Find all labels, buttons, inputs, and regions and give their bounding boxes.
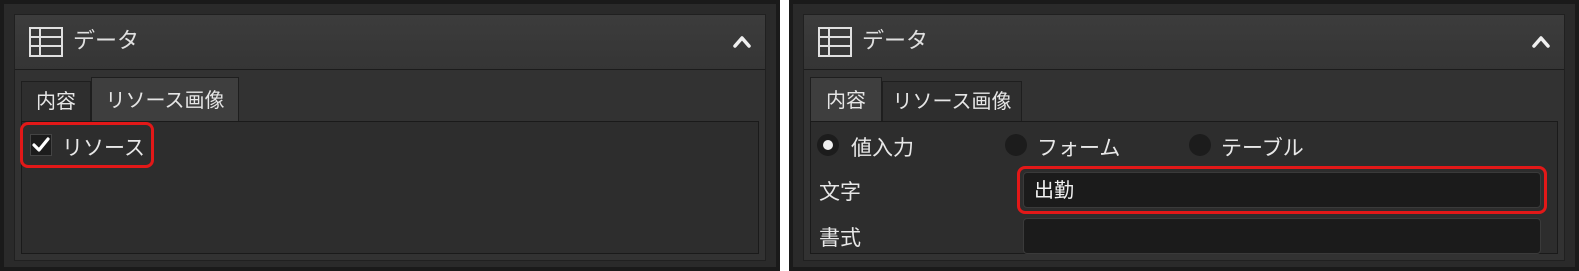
panel-body: データ 内容 リソース画像 リソース bbox=[14, 14, 766, 261]
tab-bar: 内容 リソース画像 bbox=[810, 77, 1558, 121]
chevron-up-icon[interactable] bbox=[731, 31, 753, 53]
table-grid-icon bbox=[29, 27, 63, 57]
resource-checkbox-label[interactable]: リソース bbox=[62, 132, 145, 162]
text-field[interactable]: 出勤 bbox=[1023, 172, 1541, 208]
data-panel-left: データ 内容 リソース画像 リソース bbox=[0, 0, 780, 271]
radio-table-label[interactable]: テーブル bbox=[1221, 132, 1304, 162]
radio-form[interactable] bbox=[1005, 134, 1027, 156]
radio-value-input-label[interactable]: 値入力 bbox=[851, 132, 914, 162]
tab-bar: 内容 リソース画像 bbox=[21, 77, 759, 121]
radio-value-input[interactable] bbox=[817, 134, 839, 156]
table-grid-icon bbox=[818, 27, 852, 57]
format-field-label: 書式 bbox=[819, 226, 861, 250]
panel-title: データ bbox=[73, 29, 140, 54]
panel-header[interactable]: データ bbox=[804, 15, 1564, 70]
check-icon bbox=[32, 137, 50, 152]
tab-content[interactable]: 内容 bbox=[810, 77, 882, 121]
chevron-up-icon[interactable] bbox=[1530, 31, 1552, 53]
radio-form-label[interactable]: フォーム bbox=[1037, 132, 1120, 162]
panel-body: データ 内容 リソース画像 値入力 フォーム テーブル 文字 出勤 書式 bbox=[803, 14, 1565, 261]
tab-content[interactable]: 内容 bbox=[21, 81, 91, 121]
tab-resource-image[interactable]: リソース画像 bbox=[882, 81, 1022, 121]
resource-checkbox[interactable] bbox=[30, 134, 52, 156]
text-field-label: 文字 bbox=[819, 180, 861, 204]
panel-title: データ bbox=[862, 29, 929, 54]
tab-resource-image[interactable]: リソース画像 bbox=[91, 77, 239, 121]
radio-table[interactable] bbox=[1189, 134, 1211, 156]
data-panel-right: データ 内容 リソース画像 値入力 フォーム テーブル 文字 出勤 書式 bbox=[789, 0, 1579, 271]
tab-content-area: リソース bbox=[20, 121, 759, 254]
panel-header[interactable]: データ bbox=[15, 15, 765, 70]
format-field[interactable] bbox=[1023, 218, 1541, 254]
tab-content-area: 値入力 フォーム テーブル 文字 出勤 書式 bbox=[810, 121, 1558, 254]
